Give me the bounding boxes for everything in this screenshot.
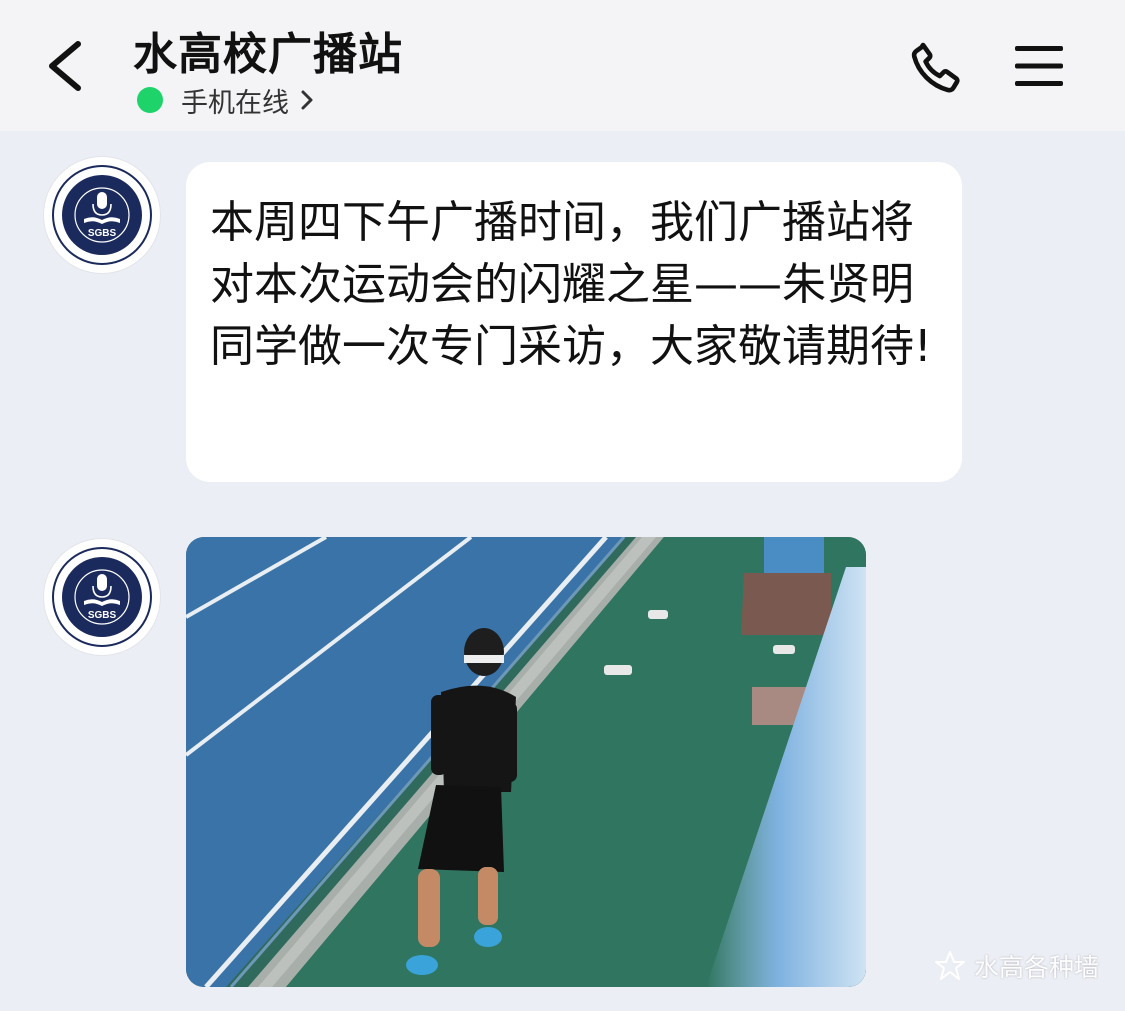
sender-avatar[interactable]: SGBS xyxy=(44,539,160,655)
message-text: 本周四下午广播时间，我们广播站将对本次运动会的闪耀之星——朱贤明同学做一次专门采… xyxy=(210,197,932,372)
broadcast-station-logo-icon: SGBS xyxy=(52,165,152,265)
sender-avatar[interactable]: SGBS xyxy=(44,157,160,273)
chat-header: 水高校广播站 手机在线 xyxy=(0,0,1125,131)
online-status-label: 手机在线 xyxy=(181,87,289,119)
online-dot-icon xyxy=(137,87,163,113)
chat-title: 水高校广播站 xyxy=(133,29,403,80)
logo-text: SGBS xyxy=(88,228,117,239)
watermark-text: 水高各种墙 xyxy=(974,953,1100,982)
message-photo[interactable] xyxy=(186,537,866,987)
phone-icon xyxy=(911,42,960,93)
chevron-right-icon xyxy=(301,90,313,110)
watermark: 水高各种墙 xyxy=(934,946,1099,986)
broadcast-station-logo-icon: SGBS xyxy=(52,547,152,647)
running-track-photo xyxy=(186,537,866,987)
call-button[interactable] xyxy=(906,36,968,98)
back-arrow-icon xyxy=(49,41,81,91)
online-status[interactable]: 手机在线 xyxy=(137,80,315,120)
hamburger-menu-icon xyxy=(1015,46,1063,86)
message-bubble[interactable]: 本周四下午广播时间，我们广播站将对本次运动会的闪耀之星——朱贤明同学做一次专门采… xyxy=(186,162,962,482)
back-button[interactable] xyxy=(38,34,98,98)
logo-text: SGBS xyxy=(88,610,117,621)
menu-button[interactable] xyxy=(1012,42,1066,90)
watermark-star-icon xyxy=(935,951,965,980)
